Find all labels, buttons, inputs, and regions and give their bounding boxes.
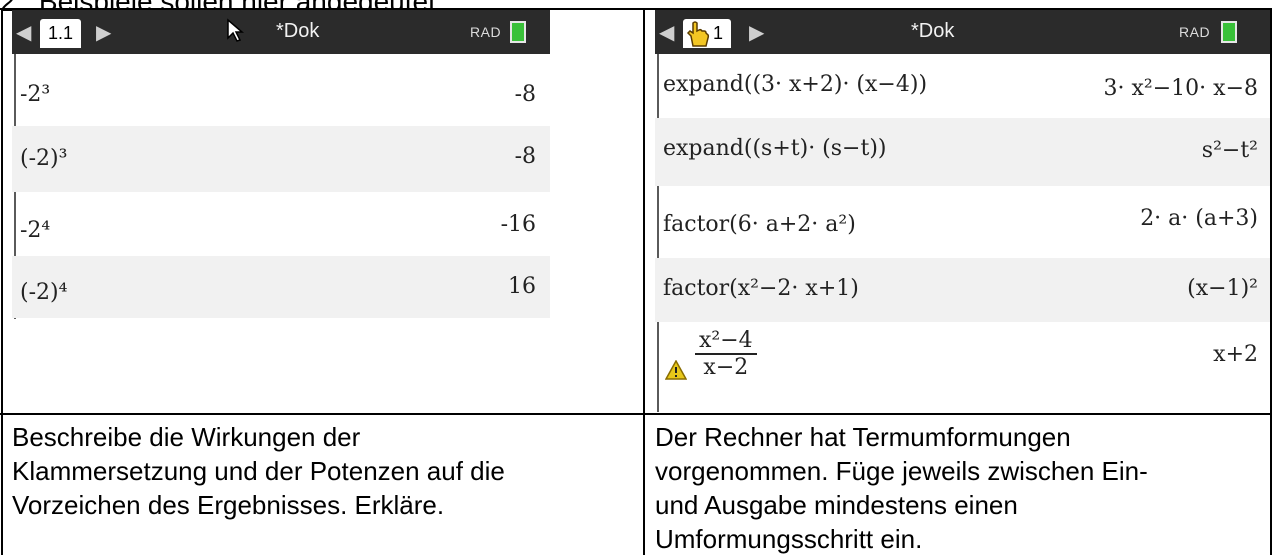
- table-row-divider: [0, 413, 1272, 415]
- row-output: 16: [508, 274, 536, 299]
- row-output: s²−t²: [1201, 138, 1258, 163]
- left-page-tab[interactable]: 1.1: [40, 19, 82, 48]
- task-line: Vorzeichen des Ergebnisses. Erkläre.: [12, 490, 445, 520]
- history-row[interactable]: factor(x²−2· x+1) (x−1)²: [655, 258, 1272, 322]
- history-row[interactable]: -2⁴ -16: [12, 192, 550, 256]
- history-row[interactable]: -2³ -8: [12, 54, 550, 126]
- row-input: (-2)³: [20, 146, 68, 171]
- task-line: Beschreibe die Wirkungen der: [12, 422, 361, 452]
- history-row[interactable]: expand((s+t)· (s−t)) s²−t²: [655, 118, 1272, 186]
- row-output: -8: [514, 82, 536, 107]
- table-left-border: [1, 8, 3, 555]
- table-top-border: [0, 8, 1272, 10]
- left-angle-mode: RAD: [470, 24, 502, 40]
- row-output: x+2: [1213, 342, 1258, 367]
- task-line: Der Rechner hat Termumformungen: [655, 422, 1071, 452]
- task-line: Klammersetzung und der Potenzen auf die: [12, 456, 505, 486]
- fraction-denominator: x−2: [703, 355, 749, 380]
- history-row[interactable]: (-2)⁴ 16: [12, 256, 550, 318]
- prev-page-arrow-icon[interactable]: ◀: [659, 20, 674, 45]
- history-row[interactable]: x²−4 x−2 x+2: [655, 322, 1272, 412]
- row-input: factor(x²−2· x+1): [663, 276, 859, 301]
- row-output: (x−1)²: [1187, 276, 1258, 301]
- prev-page-arrow-icon[interactable]: ◀: [16, 20, 31, 45]
- row-input: expand((3· x+2)· (x−4)): [663, 72, 928, 97]
- fraction-numerator: x²−4: [695, 328, 757, 355]
- right-doc-title: *Dok: [911, 20, 955, 42]
- history-row[interactable]: (-2)³ -8: [12, 126, 550, 192]
- left-task-text: Beschreibe die Wirkungen der Klammersetz…: [12, 420, 505, 522]
- row-input: -2³: [20, 82, 51, 107]
- task-line: vorgenommen. Füge jeweils zwischen Ein-: [655, 456, 1148, 486]
- table-column-divider: [643, 8, 645, 555]
- battery-icon: [1221, 21, 1237, 43]
- right-task-text: Der Rechner hat Termumformungen vorgenom…: [655, 420, 1148, 556]
- history-row[interactable]: expand((3· x+2)· (x−4)) 3· x²−10· x−8: [655, 54, 1272, 118]
- next-page-arrow-icon[interactable]: ▶: [96, 20, 111, 45]
- task-line: Umformungsschritt ein.: [655, 524, 923, 554]
- right-angle-mode: RAD: [1179, 24, 1211, 40]
- right-title-bar: ◀ 1 ▶ *Dok RAD: [655, 10, 1272, 54]
- row-input: -2⁴: [20, 218, 51, 243]
- row-input: expand((s+t)· (s−t)): [663, 136, 887, 161]
- row-output: 3· x²−10· x−8: [1103, 76, 1258, 101]
- row-output: 2· a· (a+3): [1140, 206, 1258, 231]
- task-line: und Ausgabe mindestens einen: [655, 490, 1018, 520]
- row-input-fraction: x²−4 x−2: [695, 328, 757, 380]
- left-calculator-screen: ◀ 1.1 ▶ *Dok RAD -2³ -8 (-2)³ -8 -2⁴ -16…: [12, 10, 550, 398]
- history-row[interactable]: factor(6· a+2· a²) 2· a· (a+3): [655, 186, 1272, 258]
- right-calculator-screen: ◀ 1 ▶ *Dok RAD expand((3· x+2)· (x−4)) 3…: [655, 10, 1272, 412]
- row-output: -16: [500, 212, 536, 237]
- battery-icon: [510, 21, 526, 43]
- row-input: factor(6· a+2· a²): [663, 212, 856, 237]
- arrow-cursor-icon: [227, 18, 244, 42]
- hand-cursor-icon: [686, 21, 710, 47]
- row-output: -8: [514, 144, 536, 169]
- left-title-bar: ◀ 1.1 ▶ *Dok RAD: [12, 10, 550, 54]
- next-page-arrow-icon[interactable]: ▶: [749, 20, 764, 45]
- warning-icon: [665, 360, 687, 380]
- left-doc-title: *Dok: [276, 20, 320, 42]
- row-input: (-2)⁴: [20, 280, 68, 305]
